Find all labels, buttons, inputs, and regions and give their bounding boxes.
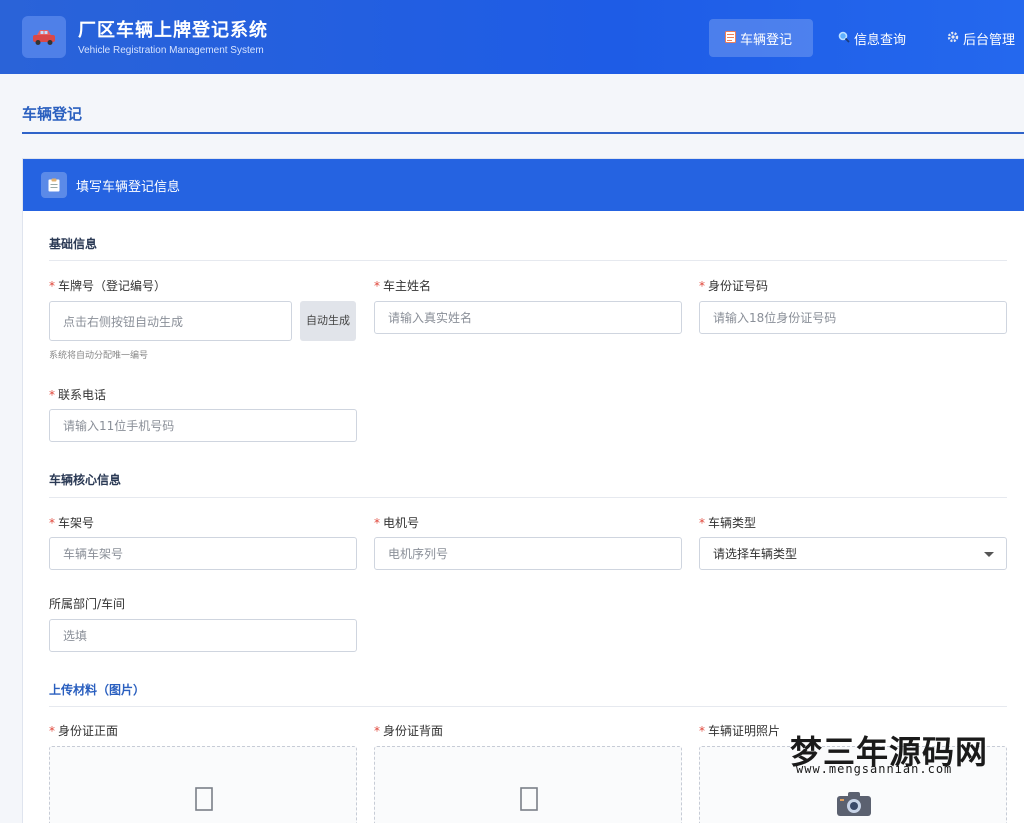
section-divider — [49, 260, 1007, 261]
vehicle-proof-label: * 车辆证明照片 — [699, 724, 781, 738]
motor-number-input[interactable]: 电机序列号 — [374, 537, 682, 570]
plate-hint: 系统将自动分配唯一编号 — [49, 351, 149, 361]
frame-number-input[interactable]: 车辆车架号 — [49, 537, 357, 570]
idcard-input[interactable]: 请输入18位身份证号码 — [699, 301, 1007, 334]
auto-generate-button[interactable]: 自动生成 — [300, 301, 356, 341]
title-divider — [22, 132, 1024, 134]
app-subtitle: Vehicle Registration Management System — [78, 45, 264, 56]
camera-icon — [837, 792, 871, 816]
phone-input[interactable]: 请输入11位手机号码 — [49, 409, 357, 442]
id-front-label: * 身份证正面 — [49, 724, 119, 738]
section-divider — [49, 706, 1007, 707]
id-back-label: * 身份证背面 — [374, 724, 444, 738]
page-title: 车辆登记 — [22, 105, 83, 123]
vehicle-type-select[interactable]: 请选择车辆类型 — [699, 537, 1007, 570]
phone-label: * 联系电话 — [49, 388, 107, 402]
frame-label: * 车架号 — [49, 516, 95, 530]
plate-label: * 车牌号（登记编号） — [49, 279, 167, 293]
motor-label: * 电机号 — [374, 516, 420, 530]
registration-card: 填写车辆登记信息 基础信息 * 车牌号（登记编号） 点击右侧按钮自动生成 自动生成… — [22, 158, 1024, 823]
nav-admin[interactable]: 后台管理 — [947, 19, 1015, 57]
top-header: 厂区车辆上牌登记系统 Vehicle Registration Manageme… — [0, 0, 1024, 74]
nav-label: 信息查询 — [854, 32, 907, 48]
vehicle-type-label: * 车辆类型 — [699, 516, 757, 530]
clipboard-icon — [41, 172, 67, 198]
app-logo[interactable] — [22, 16, 66, 58]
search-icon — [838, 31, 850, 46]
plate-input[interactable]: 点击右侧按钮自动生成 — [49, 301, 292, 341]
section-upload-title: 上传材料（图片） — [49, 683, 146, 697]
file-icon — [195, 787, 213, 811]
department-input[interactable]: 选填 — [49, 619, 357, 652]
owner-label: * 车主姓名 — [374, 279, 432, 293]
chevron-down-icon — [984, 552, 994, 557]
owner-name-input[interactable]: 请输入真实姓名 — [374, 301, 682, 334]
card-header: 填写车辆登记信息 — [23, 159, 1024, 211]
section-core-title: 车辆核心信息 — [49, 473, 122, 487]
nav-info-query[interactable]: 信息查询 — [838, 19, 906, 57]
id-back-upload[interactable] — [374, 746, 682, 823]
gear-icon — [947, 31, 959, 46]
id-front-upload[interactable] — [49, 746, 357, 823]
watermark-url: www.mengsannian.com — [796, 762, 953, 776]
form-icon — [725, 30, 736, 46]
file-icon — [520, 787, 538, 811]
app-title: 厂区车辆上牌登记系统 — [78, 20, 268, 41]
car-icon — [33, 30, 55, 45]
section-divider — [49, 497, 1007, 498]
nav-vehicle-registration[interactable]: 车辆登记 — [709, 19, 813, 57]
dept-label: 所属部门/车间 — [49, 597, 126, 611]
nav-label: 车辆登记 — [740, 32, 793, 48]
card-title: 填写车辆登记信息 — [76, 180, 181, 195]
section-basic-title: 基础信息 — [49, 237, 98, 251]
required-mark: * — [49, 279, 55, 293]
idcard-label: * 身份证号码 — [699, 279, 769, 293]
nav-label: 后台管理 — [963, 32, 1016, 48]
